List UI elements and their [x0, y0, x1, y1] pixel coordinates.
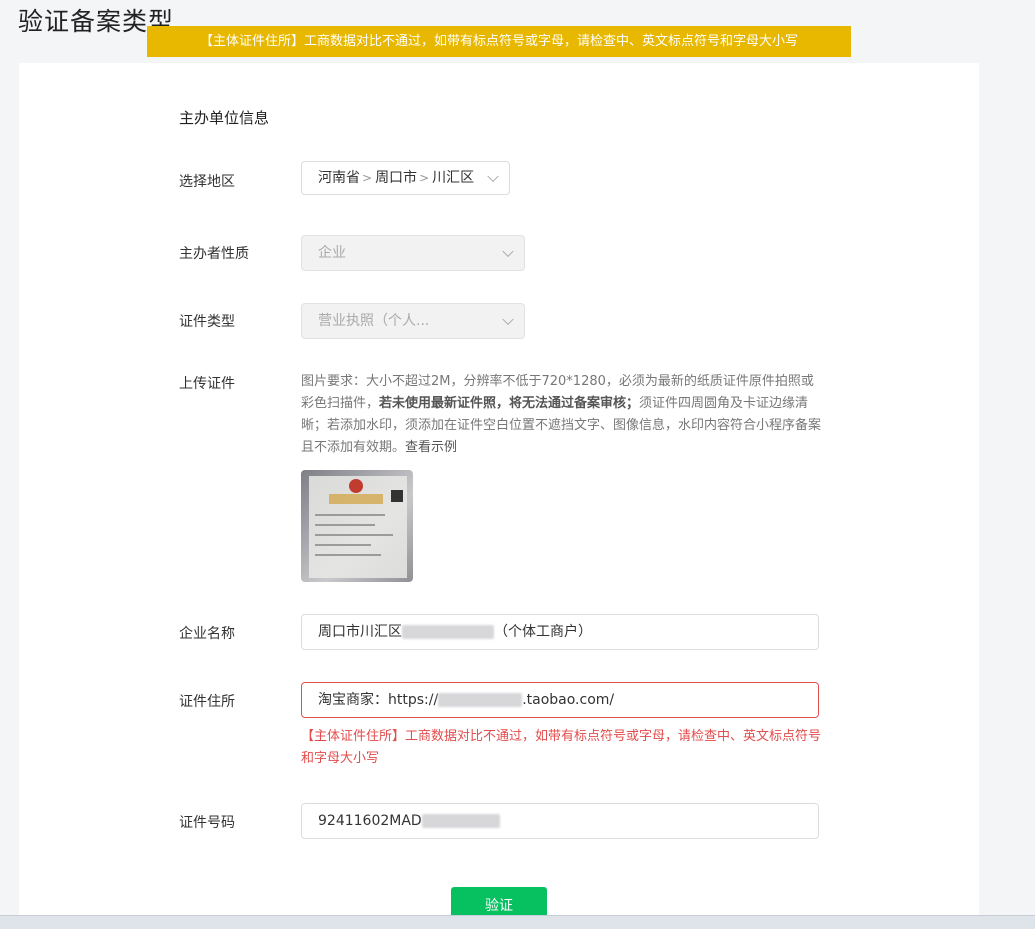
cert-address-error: 【主体证件住所】工商数据对比不通过，如带有标点符号或字母，请检查中、英文标点符号… [301, 729, 822, 766]
redacted-text [438, 693, 523, 707]
chevron-down-icon [502, 313, 514, 326]
section-title: 主办单位信息 [179, 109, 270, 127]
region-cascader[interactable]: 河南省 > 周口市 > 川汇区 [301, 161, 510, 195]
upload-label: 上传证件 [179, 376, 235, 392]
cert-address-input[interactable]: 淘宝商家：https:// .taobao.com/ [301, 682, 819, 718]
company-name-prefix: 周口市川汇区 [318, 624, 402, 640]
redacted-text [421, 814, 500, 828]
company-name-label: 企业名称 [179, 626, 235, 642]
chevron-down-icon [502, 245, 514, 258]
certificate-type-value: 营业执照（个人... [318, 313, 430, 329]
error-banner: 【主体证件住所】工商数据对比不通过，如带有标点符号或字母，请检查中、英文标点符号… [147, 26, 851, 57]
chevron-right-icon: > [362, 171, 373, 185]
organizer-type-select[interactable]: 企业 [301, 235, 525, 271]
certificate-type-label: 证件类型 [179, 314, 235, 330]
company-name-input[interactable]: 周口市川汇区 （个体工商户） [301, 614, 819, 650]
cert-number-input[interactable]: 92411602MAD [301, 803, 819, 839]
region-province: 河南省 [318, 170, 360, 186]
cert-address-suffix: .taobao.com/ [522, 692, 615, 708]
organizer-type-label: 主办者性质 [179, 246, 249, 262]
chevron-down-icon [487, 170, 499, 183]
upload-requirements: 图片要求：大小不超过2M，分辨率不低于720*1280，必须为最新的纸质证件原件… [301, 371, 821, 459]
view-example-link[interactable]: 查看示例 [405, 440, 457, 455]
cert-address-label: 证件住所 [179, 694, 235, 710]
organizer-type-value: 企业 [318, 245, 346, 261]
region-city: 周口市 [375, 170, 418, 186]
certificate-type-select[interactable]: 营业执照（个人... [301, 303, 525, 339]
cert-number-prefix: 92411602MAD [318, 813, 422, 829]
cert-number-label: 证件号码 [179, 815, 235, 831]
redacted-text [402, 625, 494, 639]
cert-address-prefix: 淘宝商家：https:// [318, 692, 439, 708]
bottom-scrollbar[interactable] [0, 915, 1035, 929]
region-district: 川汇区 [432, 170, 475, 186]
region-label: 选择地区 [179, 174, 235, 190]
chevron-right-icon: > [419, 171, 430, 185]
company-name-suffix: （个体工商户） [494, 624, 592, 640]
uploaded-license-image[interactable] [301, 470, 413, 582]
upload-req-warning: 若未使用最新证件照，将无法通过备案审核； [379, 396, 640, 411]
